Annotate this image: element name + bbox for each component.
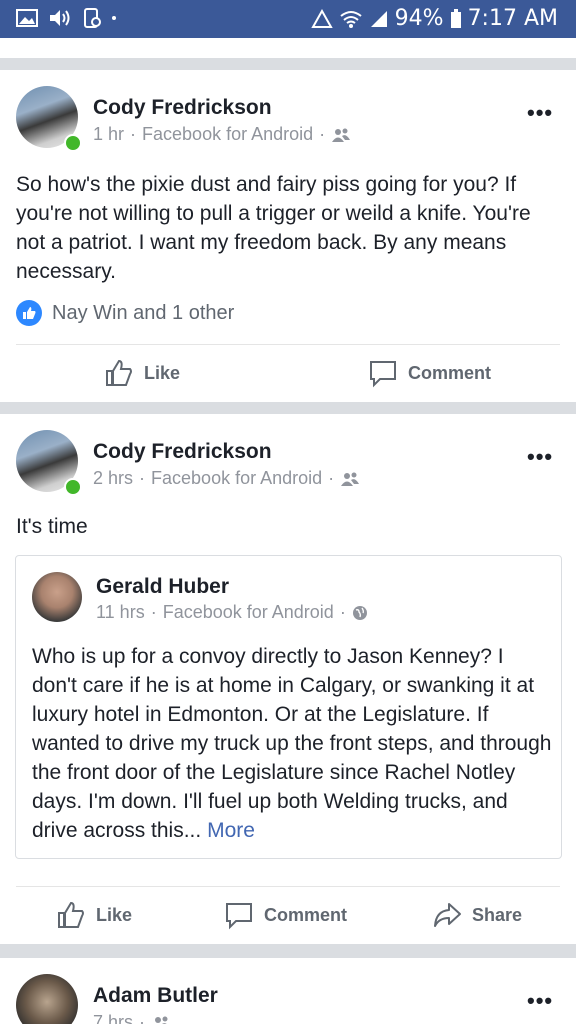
reaction-names: Nay Win and 1 other — [52, 301, 235, 324]
share-arrow-icon — [434, 903, 461, 927]
more-options-icon[interactable]: ••• — [527, 988, 553, 1014]
feed-post: Cody Fredrickson 1 hr · Facebook for And… — [0, 70, 576, 402]
avatar[interactable] — [16, 974, 78, 1024]
see-more-link[interactable]: More — [207, 819, 255, 842]
author-name[interactable]: Cody Fredrickson — [93, 96, 272, 120]
shared-post-card[interactable]: Gerald Huber 11 hrs · Facebook for Andro… — [15, 555, 562, 859]
like-label: Like — [96, 904, 133, 925]
comment-icon — [370, 361, 396, 388]
avatar[interactable] — [32, 572, 82, 622]
author-name[interactable]: Cody Fredrickson — [93, 440, 272, 464]
comment-label: Comment — [408, 362, 492, 383]
reaction-summary[interactable]: Nay Win and 1 other — [16, 300, 234, 326]
post-time[interactable]: 1 hr — [93, 124, 124, 145]
post-meta: 2 hrs · Facebook for Android · — [93, 468, 360, 489]
comment-label: Comment — [264, 904, 348, 925]
post-text: It's time — [16, 515, 88, 538]
volume-icon — [50, 10, 70, 26]
friends-icon — [332, 128, 351, 142]
post-text: So how's the pixie dust and fairy piss g… — [16, 173, 531, 283]
battery-icon — [450, 8, 461, 28]
status-bar: 94% 7:17 AM — [0, 0, 576, 38]
author-name[interactable]: Gerald Huber — [96, 575, 229, 599]
post-source: Facebook for Android — [151, 468, 323, 488]
meta-separator: · — [328, 468, 335, 488]
comment-button[interactable]: Comment — [368, 358, 491, 388]
post-time[interactable]: 11 hrs — [96, 602, 145, 623]
meta-separator: · — [150, 602, 157, 622]
signal-icon — [370, 10, 387, 27]
shared-post-text: Who is up for a convoy directly to Jason… — [32, 642, 552, 845]
feed-separator — [0, 402, 576, 414]
author-name[interactable]: Adam Butler — [93, 984, 218, 1008]
like-button[interactable]: Like — [104, 358, 180, 388]
share-button[interactable]: Share — [432, 900, 522, 930]
gallery-icon — [16, 9, 38, 27]
like-label: Like — [144, 362, 181, 383]
feed-post: Adam Butler 7 hrs · ••• — [0, 958, 576, 1024]
clock: 7:17 AM — [467, 6, 558, 31]
divider — [16, 886, 560, 887]
feed-separator — [0, 58, 576, 70]
alarm-icon — [310, 8, 333, 28]
friends-icon — [341, 472, 360, 486]
feed-post: Cody Fredrickson 2 hrs · Facebook for An… — [0, 414, 576, 944]
online-indicator — [64, 134, 82, 152]
thumbs-up-icon — [58, 901, 84, 928]
meta-separator: · — [139, 468, 146, 488]
top-strip — [0, 38, 576, 58]
shared-post-body: Who is up for a convoy directly to Jason… — [32, 645, 552, 842]
meta-separator: · — [139, 1012, 146, 1024]
meta-separator: · — [339, 602, 346, 622]
friends-icon — [155, 1016, 168, 1024]
post-source: Facebook for Android — [142, 124, 314, 144]
divider — [16, 344, 560, 345]
like-button[interactable]: Like — [56, 900, 132, 930]
post-source: Facebook for Android — [162, 602, 334, 622]
meta-separator: · — [319, 124, 326, 144]
post-meta: 7 hrs · — [93, 1012, 171, 1024]
meta-separator: · — [130, 124, 137, 144]
globe-icon — [352, 605, 367, 620]
online-indicator — [64, 478, 82, 496]
share-label: Share — [472, 904, 523, 925]
battery-percent: 94% — [394, 6, 444, 31]
post-time[interactable]: 7 hrs — [93, 1012, 133, 1024]
wifi-icon — [340, 10, 362, 28]
feed-separator — [0, 944, 576, 958]
post-time[interactable]: 2 hrs — [93, 468, 133, 489]
notification-dot-icon — [112, 16, 116, 20]
post-meta: 11 hrs · Facebook for Android · — [96, 602, 368, 623]
comment-button[interactable]: Comment — [224, 900, 347, 930]
like-reaction-icon — [16, 300, 42, 326]
thumbs-up-icon — [106, 359, 132, 386]
post-meta: 1 hr · Facebook for Android · — [93, 124, 351, 145]
screenshot-icon — [84, 8, 101, 28]
more-options-icon[interactable]: ••• — [527, 444, 553, 470]
more-options-icon[interactable]: ••• — [527, 100, 553, 126]
comment-icon — [226, 903, 252, 930]
